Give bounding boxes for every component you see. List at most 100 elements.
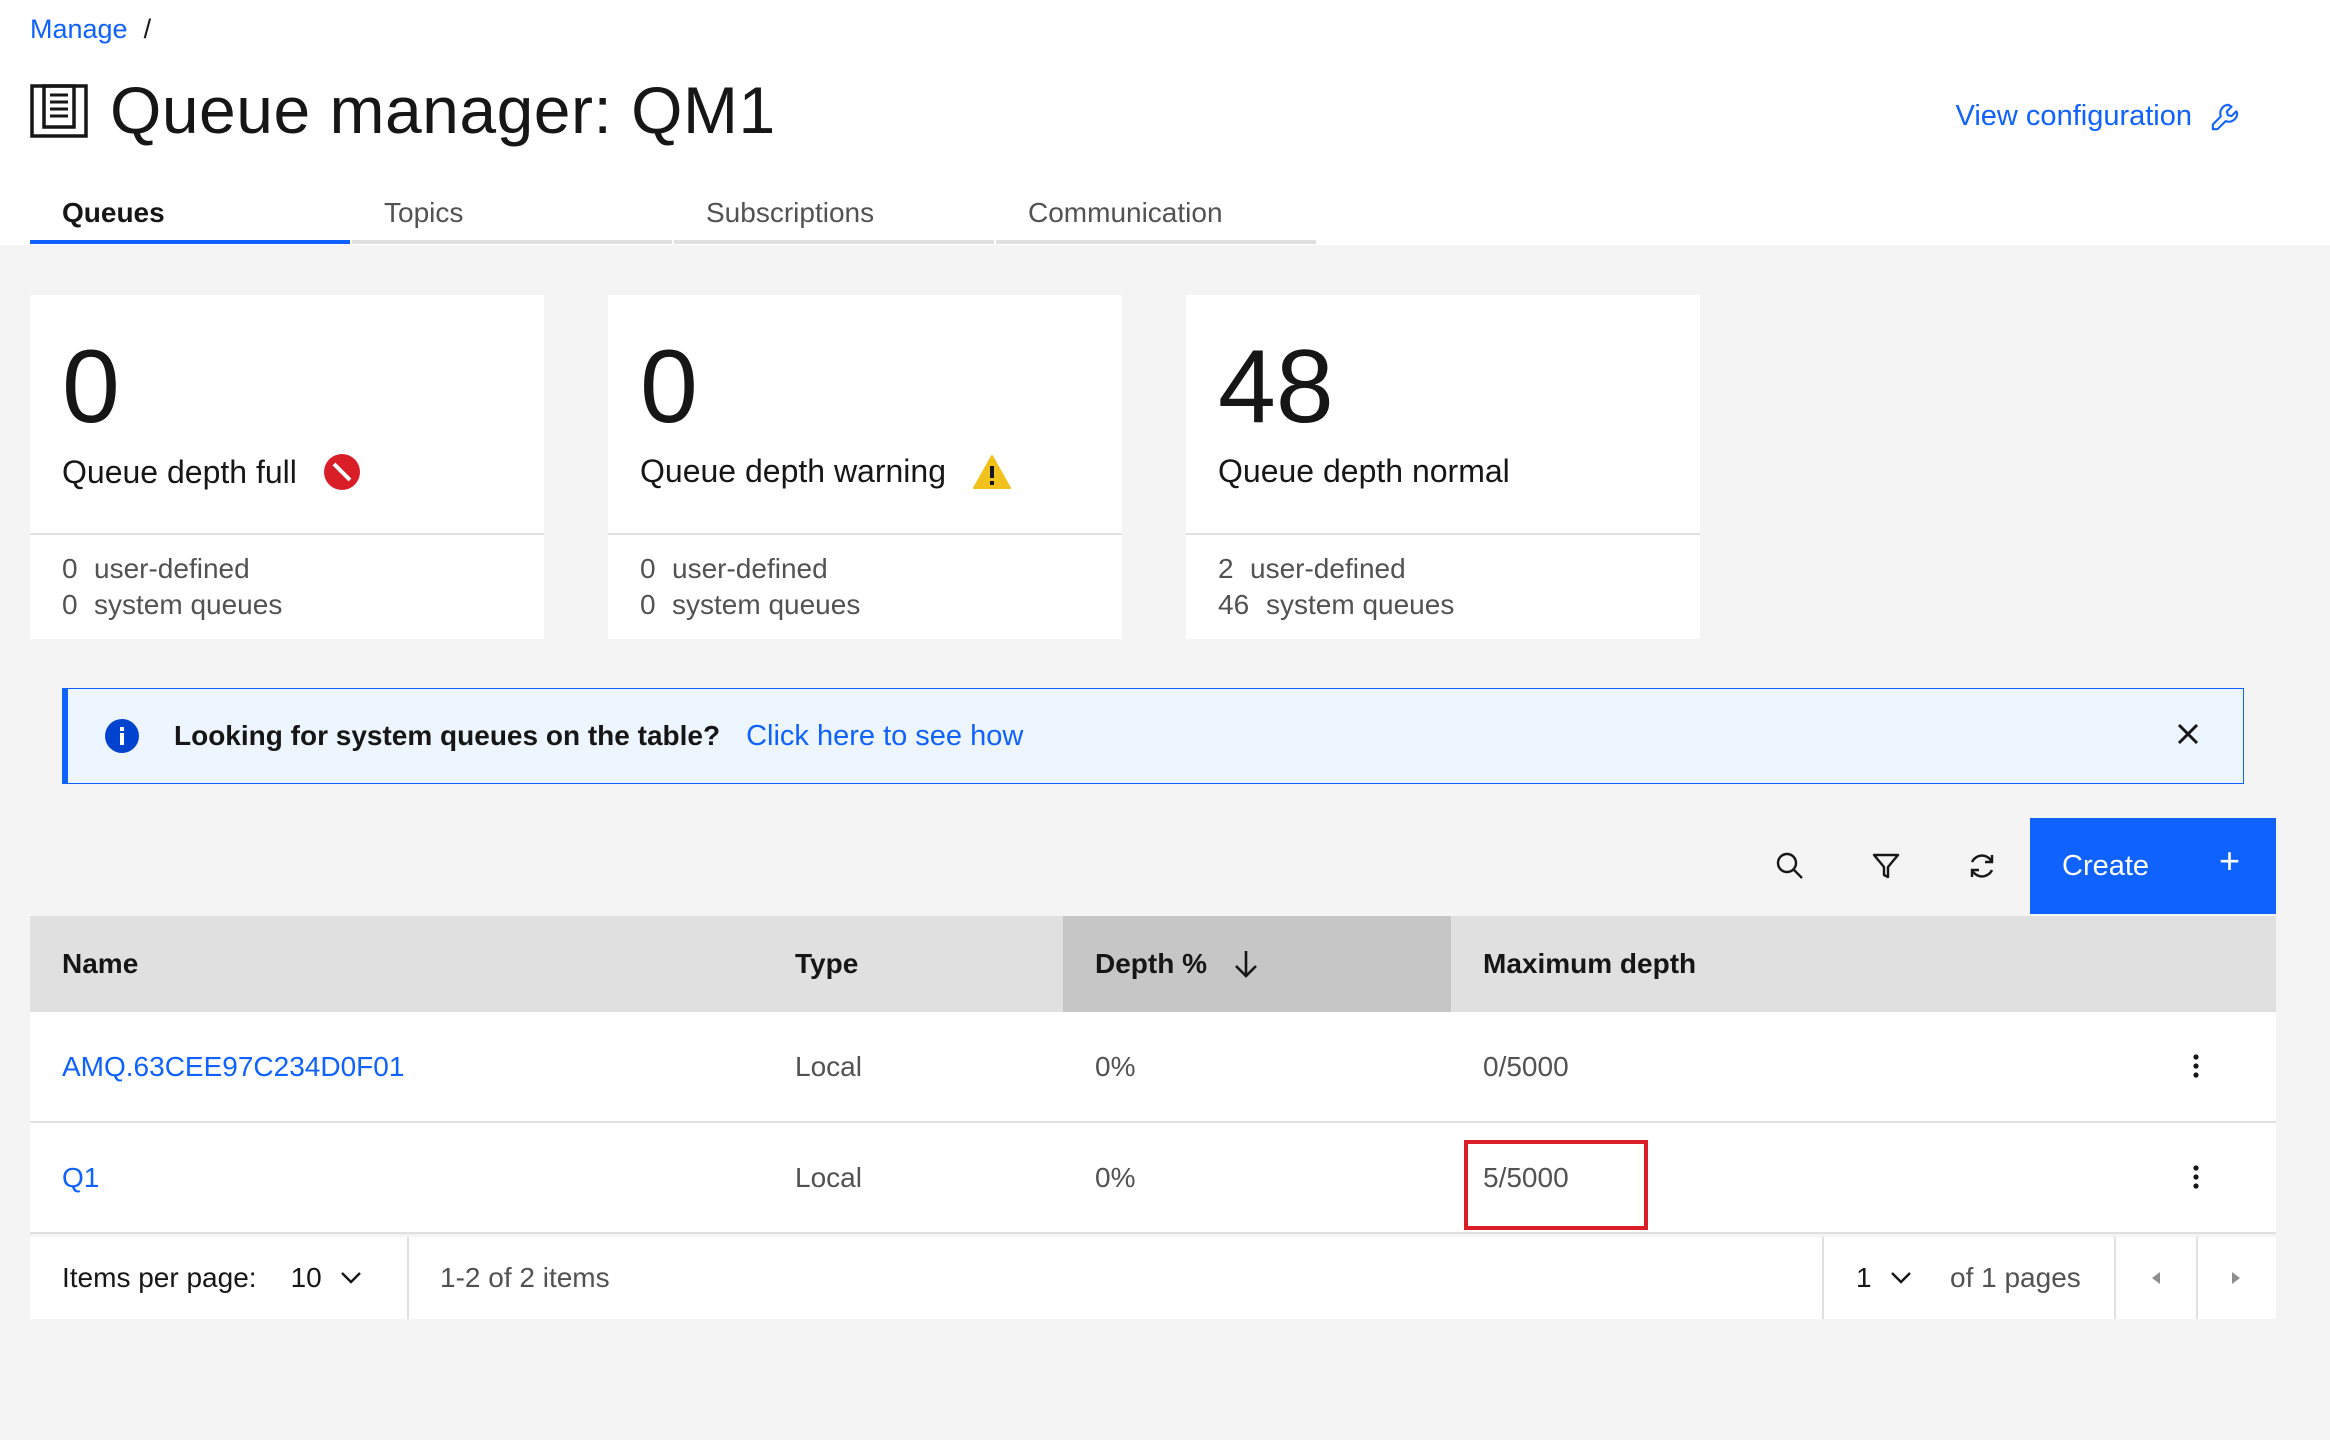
system-queues-label: system queues <box>672 589 861 620</box>
add-icon: + <box>2218 840 2240 881</box>
filter-button[interactable] <box>1838 818 1934 914</box>
tab-communication[interactable]: Communication <box>996 186 1316 244</box>
refresh-icon <box>1970 854 1994 878</box>
user-defined-count: 0 <box>640 553 656 584</box>
refresh-button[interactable] <box>1934 818 2030 914</box>
tile-value: 0 <box>640 329 698 445</box>
page-select[interactable]: 1 <box>1856 1237 1912 1319</box>
items-per-page-label: Items per page: <box>62 1262 257 1293</box>
user-defined-count: 0 <box>62 553 78 584</box>
user-defined-label: user-defined <box>94 553 250 584</box>
queue-depth-full-tile: 0 Queue depth full 0 user-defined 0 system… <box>30 295 544 639</box>
tile-label-row: Queue depth full <box>62 453 361 491</box>
queue-type: Local <box>795 1161 862 1193</box>
filter-icon <box>1872 853 1900 879</box>
warning-icon <box>972 454 1012 490</box>
table-row: AMQ.63CEE97C234D0F01 Local 0% 0/5000 <box>30 1012 2276 1123</box>
tile-stats: 0 user-defined 0 system queues <box>62 551 282 623</box>
search-icon <box>1776 852 1803 879</box>
info-icon <box>104 718 140 754</box>
pagination-divider <box>1822 1237 1824 1319</box>
queue-max-depth: 0/5000 <box>1483 1050 1569 1082</box>
tile-label: Queue depth normal <box>1218 453 1510 489</box>
page-value: 1 <box>1856 1262 1872 1293</box>
notification-link[interactable]: Click here to see how <box>746 720 1023 753</box>
highlight-annotation-box <box>1464 1140 1648 1230</box>
queue-depth-warning-tile: 0 Queue depth warning 0 user-defined 0 sys… <box>608 295 1122 639</box>
queue-name-link[interactable]: Q1 <box>30 1123 99 1232</box>
create-button[interactable]: Create + <box>2030 818 2276 914</box>
queue-depth: 0% <box>1095 1050 1136 1082</box>
items-per-page-group: Items per page: 10 <box>62 1237 362 1319</box>
tile-label-row: Queue depth normal <box>1218 453 1510 490</box>
system-queues-count: 46 <box>1218 589 1250 620</box>
column-header-label: Name <box>62 948 139 979</box>
breadcrumb: Manage / <box>30 14 151 45</box>
system-queues-count: 0 <box>640 589 656 620</box>
tab-topics[interactable]: Topics <box>352 186 672 244</box>
previous-page-button[interactable] <box>2116 1237 2196 1319</box>
user-defined-count: 2 <box>1218 553 1234 584</box>
system-queues-label: system queues <box>94 589 283 620</box>
tab-subscriptions[interactable]: Subscriptions <box>674 186 994 244</box>
pagination-divider <box>407 1237 409 1319</box>
caret-right-icon <box>2232 1272 2240 1284</box>
system-queues-count: 0 <box>62 589 78 620</box>
overflow-menu-icon[interactable] <box>2176 1157 2216 1197</box>
view-configuration-link[interactable]: View configuration <box>1956 100 2240 133</box>
column-header-label: Depth % <box>1095 948 1207 979</box>
notification-title: Looking for system queues on the table? <box>174 720 721 751</box>
queues-table: Name Type Depth % Maximum depth AMQ.63CE… <box>30 916 2276 1234</box>
arrow-down-icon <box>1231 948 1261 980</box>
pagination-bar: Items per page: 10 1-2 of 2 items 1 of 1… <box>30 1237 2276 1319</box>
chevron-down-icon <box>340 1271 362 1285</box>
items-per-page-select[interactable]: 10 <box>291 1262 362 1294</box>
header-area: Manage / Queue manager: QM1 View configu… <box>0 0 2330 245</box>
caret-left-icon <box>2152 1272 2160 1284</box>
queue-name-link[interactable]: AMQ.63CEE97C234D0F01 <box>30 1012 404 1121</box>
column-header-depth[interactable]: Depth % <box>1063 916 1451 1012</box>
tile-divider <box>608 533 1122 535</box>
queue-manager-icon <box>30 81 88 139</box>
system-queues-label: system queues <box>1266 589 1455 620</box>
title-row: Queue manager: QM1 <box>30 72 776 148</box>
queue-depth-normal-tile: 48 Queue depth normal 2 user-defined 46 sy… <box>1186 295 1700 639</box>
wrench-icon <box>2211 103 2239 130</box>
column-header-max-depth[interactable]: Maximum depth <box>1451 916 2276 1012</box>
search-button[interactable] <box>1742 818 1838 914</box>
table-toolbar: Create + <box>30 818 2276 916</box>
info-notification: Looking for system queues on the table? … <box>62 688 2244 784</box>
create-button-label: Create <box>2062 849 2150 882</box>
table-row: Q1 Local 0% 5/5000 <box>30 1123 2276 1234</box>
user-defined-label: user-defined <box>672 553 828 584</box>
tab-list: Queues Topics Subscriptions Communicatio… <box>30 186 1318 244</box>
chevron-down-icon <box>1890 1271 1912 1285</box>
table-header: Name Type Depth % Maximum depth <box>30 916 2276 1012</box>
column-header-name[interactable]: Name <box>30 916 763 1012</box>
error-icon <box>323 453 361 491</box>
user-defined-label: user-defined <box>1250 553 1406 584</box>
close-icon[interactable] <box>2173 719 2203 749</box>
total-pages: of 1 pages <box>1950 1262 2081 1293</box>
tab-queues[interactable]: Queues <box>30 186 350 244</box>
items-range: 1-2 of 2 items <box>440 1262 610 1293</box>
overflow-menu-icon[interactable] <box>2176 1046 2216 1086</box>
column-header-label: Type <box>795 948 859 979</box>
tile-divider <box>30 533 544 535</box>
column-header-label: Maximum depth <box>1483 948 1697 979</box>
page-title: Queue manager: QM1 <box>110 73 776 147</box>
next-page-button[interactable] <box>2196 1237 2276 1319</box>
tile-stats: 0 user-defined 0 system queues <box>640 551 860 623</box>
breadcrumb-separator: / <box>143 14 152 44</box>
column-header-type[interactable]: Type <box>763 916 1063 1012</box>
tile-value: 48 <box>1218 329 1334 445</box>
breadcrumb-manage-link[interactable]: Manage <box>30 14 128 45</box>
tile-label-row: Queue depth warning <box>640 453 1012 490</box>
tile-label: Queue depth full <box>62 453 297 490</box>
tile-value: 0 <box>62 329 120 445</box>
view-configuration-label: View configuration <box>1955 100 2192 132</box>
tile-divider <box>1186 533 1700 535</box>
queue-type: Local <box>795 1050 862 1082</box>
tile-stats: 2 user-defined 46 system queues <box>1218 551 1454 623</box>
tile-label: Queue depth warning <box>640 453 946 489</box>
